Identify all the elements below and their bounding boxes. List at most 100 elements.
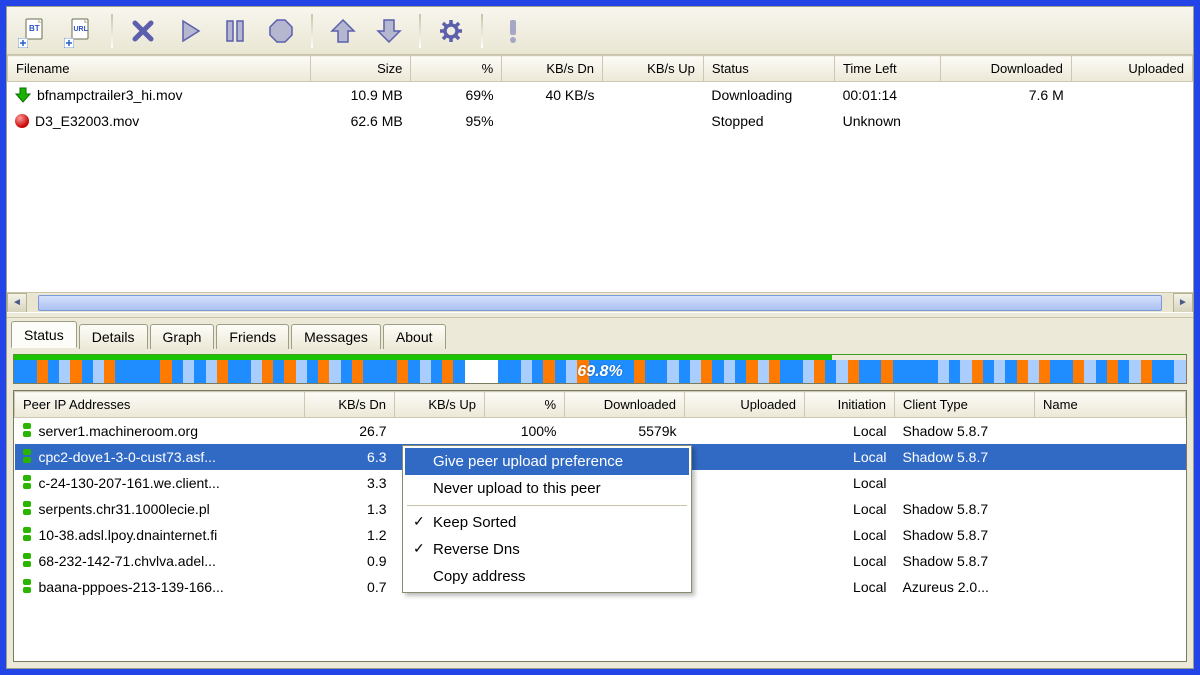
cell-name [1035, 574, 1186, 600]
cell-client: Shadow 5.8.7 [895, 444, 1035, 470]
toolbar-separator [311, 14, 313, 48]
cell-status: Stopped [703, 108, 834, 134]
tab-about[interactable]: About [383, 324, 446, 349]
menu-never-upload[interactable]: Never upload to this peer [405, 475, 689, 502]
pause-icon [221, 17, 249, 45]
play-icon [175, 17, 203, 45]
scroll-thumb[interactable] [38, 295, 1161, 311]
tab-details[interactable]: Details [79, 324, 148, 349]
cell-kb-dn: 0.7 [305, 574, 395, 600]
cell-initiation: Local [805, 548, 895, 574]
tab-status[interactable]: Status [11, 321, 77, 348]
peer-status-icon [23, 423, 33, 439]
scroll-right-button[interactable]: ► [1173, 293, 1193, 313]
peer-status-icon [23, 449, 33, 465]
tab-messages[interactable]: Messages [291, 324, 381, 349]
col-status[interactable]: Status [703, 56, 834, 82]
cell-initiation: Local [805, 574, 895, 600]
toolbar-separator [111, 14, 113, 48]
app-window: BT URL [6, 6, 1194, 669]
tabs-bar: StatusDetailsGraphFriendsMessagesAbout [7, 318, 1193, 348]
cell-kb-dn: 1.2 [305, 522, 395, 548]
cell-ip: 10-38.adsl.lpoy.dnainternet.fi [15, 522, 305, 548]
cell-status: Downloading [703, 82, 834, 108]
col-uploaded[interactable]: Uploaded [1071, 56, 1192, 82]
peer-status-icon [23, 475, 33, 491]
cell-client: Shadow 5.8.7 [895, 418, 1035, 445]
cell-name [1035, 418, 1186, 445]
pcol-name[interactable]: Name [1035, 392, 1186, 418]
cell-uploaded [685, 574, 805, 600]
pcol-uploaded[interactable]: Uploaded [685, 392, 805, 418]
col-size[interactable]: Size [310, 56, 411, 82]
peer-status-icon [23, 501, 33, 517]
cell-kb-dn: 40 KB/s [502, 82, 603, 108]
remove-button[interactable] [123, 11, 163, 51]
menu-keep-sorted[interactable]: Keep Sorted [405, 509, 689, 536]
cell-uploaded [685, 522, 805, 548]
col-kb-dn[interactable]: KB/s Dn [502, 56, 603, 82]
pcol-initiation[interactable]: Initiation [805, 392, 895, 418]
tab-friends[interactable]: Friends [216, 324, 289, 349]
move-up-button[interactable] [323, 11, 363, 51]
pcol-client[interactable]: Client Type [895, 392, 1035, 418]
toolbar-separator [419, 14, 421, 48]
move-down-button[interactable] [369, 11, 409, 51]
arrow-down-icon [375, 17, 403, 45]
cell-time-left: 00:01:14 [835, 82, 941, 108]
start-button[interactable] [169, 11, 209, 51]
cell-client: Azureus 2.0... [895, 574, 1035, 600]
scroll-left-button[interactable]: ◄ [7, 293, 27, 313]
menu-copy-address[interactable]: Copy address [405, 563, 689, 590]
col-filename[interactable]: Filename [8, 56, 311, 82]
cell-name [1035, 522, 1186, 548]
cell-ip: c-24-130-207-161.we.client... [15, 470, 305, 496]
cell-client: Shadow 5.8.7 [895, 496, 1035, 522]
stop-button[interactable] [261, 11, 301, 51]
peer-row[interactable]: server1.machineroom.org26.7100%5579kLoca… [15, 418, 1186, 445]
cell-percent: 100% [485, 418, 565, 445]
menu-give-upload-pref[interactable]: Give peer upload preference [405, 448, 689, 475]
cell-kb-up [602, 108, 703, 134]
download-row[interactable]: D3_E32003.mov62.6 MB95%StoppedUnknown [7, 108, 1193, 134]
settings-button[interactable] [431, 11, 471, 51]
downloads-header: Filename Size % KB/s Dn KB/s Up Status T… [8, 56, 1193, 82]
stopped-icon [15, 114, 29, 128]
cell-size: 62.6 MB [310, 108, 411, 134]
details-panel: StatusDetailsGraphFriendsMessagesAbout 6… [7, 318, 1193, 668]
pcol-kb-dn[interactable]: KB/s Dn [305, 392, 395, 418]
pcol-percent[interactable]: % [485, 392, 565, 418]
scroll-track[interactable] [27, 294, 1173, 312]
col-downloaded[interactable]: Downloaded [940, 56, 1071, 82]
x-icon [129, 17, 157, 45]
download-row[interactable]: bfnampctrailer3_hi.mov10.9 MB69%40 KB/sD… [7, 82, 1193, 108]
col-time-left[interactable]: Time Left [834, 56, 940, 82]
alert-button[interactable] [493, 11, 533, 51]
menu-reverse-dns[interactable]: Reverse Dns [405, 536, 689, 563]
col-percent[interactable]: % [411, 56, 502, 82]
cell-uploaded [685, 470, 805, 496]
stop-icon [267, 17, 295, 45]
horizontal-scrollbar[interactable]: ◄ ► [7, 292, 1193, 312]
arrow-up-icon [329, 17, 357, 45]
downloading-icon [15, 87, 31, 103]
cell-uploaded [685, 548, 805, 574]
cell-name [1035, 496, 1186, 522]
pause-button[interactable] [215, 11, 255, 51]
pcol-kb-up[interactable]: KB/s Up [395, 392, 485, 418]
cell-initiation: Local [805, 496, 895, 522]
cell-downloaded: 5579k [565, 418, 685, 445]
pcol-ip[interactable]: Peer IP Addresses [15, 392, 305, 418]
tab-graph[interactable]: Graph [150, 324, 215, 349]
downloads-panel: Filename Size % KB/s Dn KB/s Up Status T… [7, 55, 1193, 312]
pcol-downloaded[interactable]: Downloaded [565, 392, 685, 418]
cell-kb-dn: 0.9 [305, 548, 395, 574]
cell-client: Shadow 5.8.7 [895, 548, 1035, 574]
svg-text:BT: BT [29, 24, 40, 33]
add-url-button[interactable]: URL [61, 11, 101, 51]
cell-ip: 68-232-142-71.chvlva.adel... [15, 548, 305, 574]
col-kb-up[interactable]: KB/s Up [603, 56, 704, 82]
add-torrent-button[interactable]: BT [15, 11, 55, 51]
cell-uploaded [1072, 108, 1193, 134]
cell-name [1035, 548, 1186, 574]
